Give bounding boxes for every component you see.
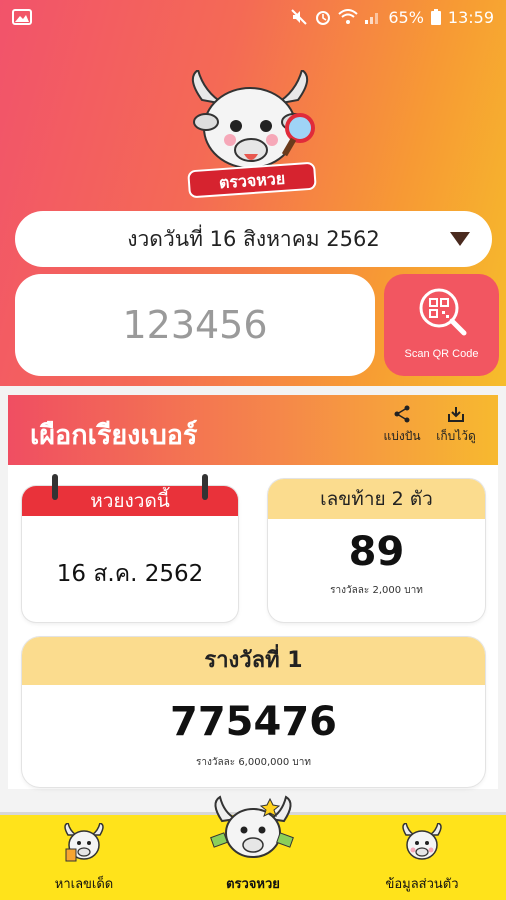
scan-qr-button[interactable]: Scan QR Code xyxy=(384,274,499,376)
mute-icon xyxy=(291,9,308,25)
dropdown-arrow-icon xyxy=(450,232,470,246)
download-icon xyxy=(448,407,464,422)
share-button[interactable]: แบ่งปัน xyxy=(376,405,428,446)
draw-date-select[interactable]: งวดวันที่ 16 สิงหาคม 2562 xyxy=(15,211,492,267)
first-prize-card: รางวัลที่ 1 775476 รางวัลละ 6,000,000 บา… xyxy=(22,637,485,787)
first-prize-number: 775476 xyxy=(170,699,337,745)
last-two-prize: รางวัลละ 2,000 บาท xyxy=(330,585,423,596)
draw-date-card: หวยงวดนี้ 16 ส.ค. 2562 xyxy=(22,474,238,622)
nav-label-check-lottery: ตรวจหวย xyxy=(226,877,280,892)
share-icon xyxy=(394,405,410,423)
lottery-number-input[interactable] xyxy=(15,274,375,376)
last-two-header: เลขท้าย 2 ตัว xyxy=(268,479,485,519)
last-two-digits-card: เลขท้าย 2 ตัว 89 รางวัลละ 2,000 บาท xyxy=(268,479,485,622)
qr-search-icon xyxy=(419,288,467,336)
scan-qr-label: Scan QR Code xyxy=(404,348,479,360)
result-bar: เผือกเรียงเบอร์ แบ่งปัน เก็บไว้ดู xyxy=(8,395,498,465)
save-button[interactable]: เก็บไว้ดู xyxy=(430,405,482,446)
wifi-icon xyxy=(338,9,358,24)
alarm-icon xyxy=(316,11,331,25)
clock: 13:59 xyxy=(447,7,494,27)
status-bar: 65% 13:59 xyxy=(0,0,506,34)
mascot-profile-icon xyxy=(402,823,442,860)
nav-item-lucky-numbers[interactable]: หาเลขเด็ด xyxy=(14,815,154,900)
draw-date: 16 ส.ค. 2562 xyxy=(56,561,204,587)
calendar-ring-icon xyxy=(197,474,213,504)
battery-percent: 65% xyxy=(388,7,424,27)
nav-label-lucky-numbers: หาเลขเด็ด xyxy=(54,877,114,892)
share-label: แบ่งปัน xyxy=(383,429,421,443)
calendar-ring-icon xyxy=(47,474,63,504)
nav-item-profile[interactable]: ข้อมูลส่วนตัว xyxy=(352,815,492,900)
last-two-number: 89 xyxy=(348,529,405,575)
first-prize-amount: รางวัลละ 6,000,000 บาท xyxy=(196,757,311,768)
mascot-lucky-icon xyxy=(64,823,104,862)
first-prize-header: รางวัลที่ 1 xyxy=(22,637,485,685)
gallery-icon xyxy=(12,9,32,25)
mascot-check-lottery-icon xyxy=(210,795,294,858)
result-title: เผือกเรียงเบอร์ xyxy=(30,420,198,451)
nav-label-profile: ข้อมูลส่วนตัว xyxy=(385,877,459,892)
battery-icon xyxy=(430,9,441,25)
save-label: เก็บไว้ดู xyxy=(436,429,476,443)
draw-date-value: งวดวันที่ 16 สิงหาคม 2562 xyxy=(127,226,380,251)
signal-icon xyxy=(365,13,379,24)
